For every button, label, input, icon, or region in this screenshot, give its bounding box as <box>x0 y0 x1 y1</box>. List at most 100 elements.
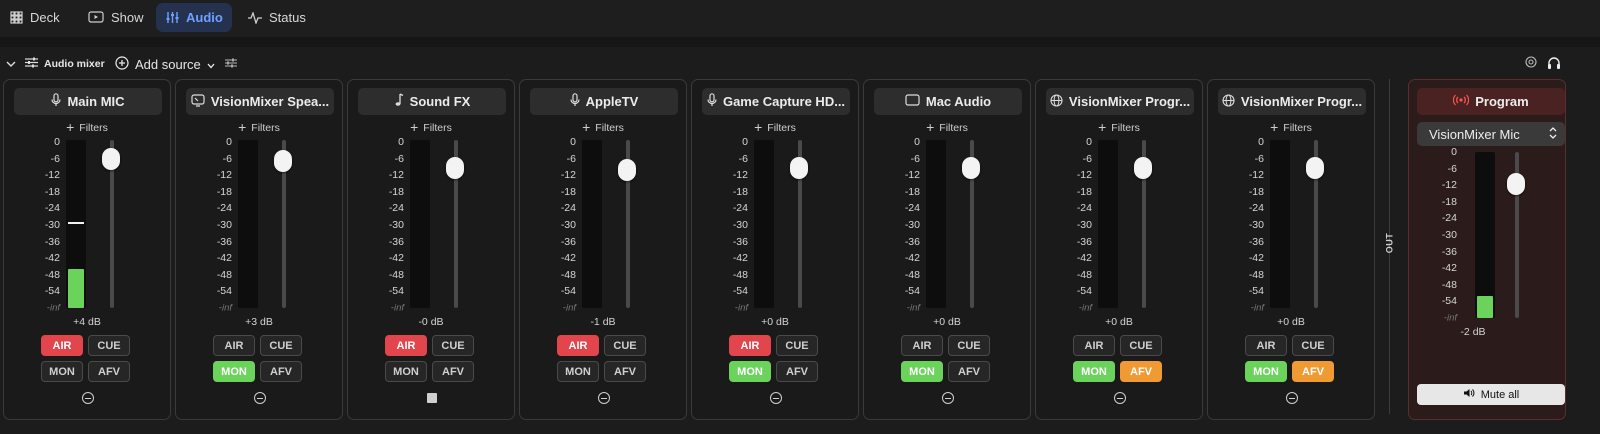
cue-button[interactable]: CUE <box>776 335 818 356</box>
db-scale-label: 0 <box>1086 135 1092 148</box>
afv-button[interactable]: AFV <box>948 361 990 382</box>
afv-button[interactable]: AFV <box>432 361 474 382</box>
cue-button[interactable]: CUE <box>604 335 646 356</box>
air-button[interactable]: AIR <box>901 335 943 356</box>
air-button[interactable]: AIR <box>729 335 771 356</box>
cue-button[interactable]: CUE <box>260 335 302 356</box>
filters-button[interactable]: + Filters <box>520 118 686 135</box>
fader-knob[interactable] <box>1306 157 1324 179</box>
target-button[interactable] <box>1525 56 1537 71</box>
air-button[interactable]: AIR <box>213 335 255 356</box>
headphones-button[interactable] <box>1547 56 1561 72</box>
db-scale-label: 0 <box>1451 145 1457 158</box>
cue-button[interactable]: CUE <box>88 335 130 356</box>
mon-button[interactable]: MON <box>213 361 255 382</box>
remove-source-icon[interactable] <box>770 392 782 404</box>
output-device-select[interactable]: VisionMixer Mic <box>1417 122 1565 146</box>
channel-header[interactable]: VisionMixer Progr... <box>1046 88 1194 115</box>
filters-button[interactable]: + Filters <box>692 118 858 135</box>
mon-button[interactable]: MON <box>1245 361 1287 382</box>
channel-header[interactable]: VisionMixer Progr... <box>1218 88 1366 115</box>
filters-button[interactable]: + Filters <box>1036 118 1202 135</box>
fader-knob[interactable] <box>962 157 980 179</box>
afv-button[interactable]: AFV <box>260 361 302 382</box>
db-scale-label: -18 <box>44 185 60 198</box>
cue-button[interactable]: CUE <box>1292 335 1334 356</box>
remove-source-icon[interactable] <box>82 392 94 404</box>
air-button[interactable]: AIR <box>385 335 427 356</box>
db-scale: 0 -6 -12 -18 -24 -30 -36 -42 -48 -54 -inf <box>530 134 576 313</box>
stop-icon[interactable] <box>427 393 437 403</box>
air-button[interactable]: AIR <box>41 335 83 356</box>
db-scale-label: -42 <box>216 251 232 264</box>
remove-source-icon[interactable] <box>1114 392 1126 404</box>
speaker-icon <box>1463 388 1475 401</box>
air-button[interactable]: AIR <box>1073 335 1115 356</box>
cue-button[interactable]: CUE <box>432 335 474 356</box>
filters-button[interactable]: + Filters <box>1208 118 1374 135</box>
plus-icon: + <box>1098 119 1107 135</box>
db-scale-label: -inf <box>46 302 60 314</box>
out-label: OUT <box>1384 232 1395 254</box>
mute-all-button[interactable]: Mute all <box>1417 384 1565 405</box>
channel-header[interactable]: VisionMixer Spea... <box>186 88 334 115</box>
afv-button[interactable]: AFV <box>776 361 818 382</box>
mon-button[interactable]: MON <box>1073 361 1115 382</box>
mon-button[interactable]: MON <box>41 361 83 382</box>
filters-button[interactable]: + Filters <box>176 118 342 135</box>
gain-value: +0 dB <box>1277 316 1305 328</box>
afv-button[interactable]: AFV <box>604 361 646 382</box>
tab-label: Status <box>269 10 306 25</box>
channel-header[interactable]: Sound FX <box>358 88 506 115</box>
db-scale-label: -54 <box>1441 295 1457 308</box>
air-button[interactable]: AIR <box>1245 335 1287 356</box>
add-source-button[interactable]: Add source <box>115 56 215 73</box>
tab-audio[interactable]: Audio <box>156 3 232 32</box>
remove-source-icon[interactable] <box>942 392 954 404</box>
mon-button[interactable]: MON <box>557 361 599 382</box>
tab-show[interactable]: Show <box>78 3 154 32</box>
collapse-button[interactable] <box>6 56 16 71</box>
filters-button[interactable]: + Filters <box>348 118 514 135</box>
db-scale-label: -54 <box>388 285 404 298</box>
fader-knob[interactable] <box>446 157 464 179</box>
filters-button[interactable]: + Filters <box>864 118 1030 135</box>
remove-source-icon[interactable] <box>1286 392 1298 404</box>
tab-deck[interactable]: Deck <box>0 3 70 32</box>
audio-mixer-section: Audio mixer <box>25 56 105 71</box>
program-fader-knob[interactable] <box>1507 173 1525 196</box>
mon-button[interactable]: MON <box>729 361 771 382</box>
fader-knob[interactable] <box>274 150 292 172</box>
remove-source-icon[interactable] <box>254 392 266 404</box>
play-screen-icon <box>88 11 104 24</box>
db-scale-label: -inf <box>906 302 920 314</box>
level-meter <box>238 140 258 308</box>
mon-button[interactable]: MON <box>901 361 943 382</box>
filters-button[interactable]: + Filters <box>4 118 170 135</box>
afv-button[interactable]: AFV <box>1292 361 1334 382</box>
db-scale-label: -48 <box>1248 268 1264 281</box>
channel-header[interactable]: AppleTV <box>530 88 678 115</box>
channel-header[interactable]: Mac Audio <box>874 88 1022 115</box>
air-button[interactable]: AIR <box>557 335 599 356</box>
program-header[interactable]: Program <box>1417 88 1565 115</box>
channel-header[interactable]: Main MIC <box>14 88 162 115</box>
fader-knob[interactable] <box>618 159 636 182</box>
afv-button[interactable]: AFV <box>88 361 130 382</box>
afv-button[interactable]: AFV <box>1120 361 1162 382</box>
fader-knob[interactable] <box>1134 157 1152 179</box>
cue-button[interactable]: CUE <box>948 335 990 356</box>
cue-button[interactable]: CUE <box>1120 335 1162 356</box>
display-icon <box>905 94 920 109</box>
sliders-horizontal-icon <box>225 56 237 71</box>
channel-header[interactable]: Game Capture HD... <box>702 88 850 115</box>
tab-status[interactable]: Status <box>238 3 316 32</box>
gain-value: -1 dB <box>590 316 616 328</box>
db-scale-label: -12 <box>904 168 920 181</box>
db-scale-label: -24 <box>388 202 404 215</box>
remove-source-icon[interactable] <box>598 392 610 404</box>
mixer-settings-button[interactable] <box>225 56 237 71</box>
mon-button[interactable]: MON <box>385 361 427 382</box>
fader-knob[interactable] <box>790 157 808 179</box>
fader-knob[interactable] <box>102 147 120 170</box>
